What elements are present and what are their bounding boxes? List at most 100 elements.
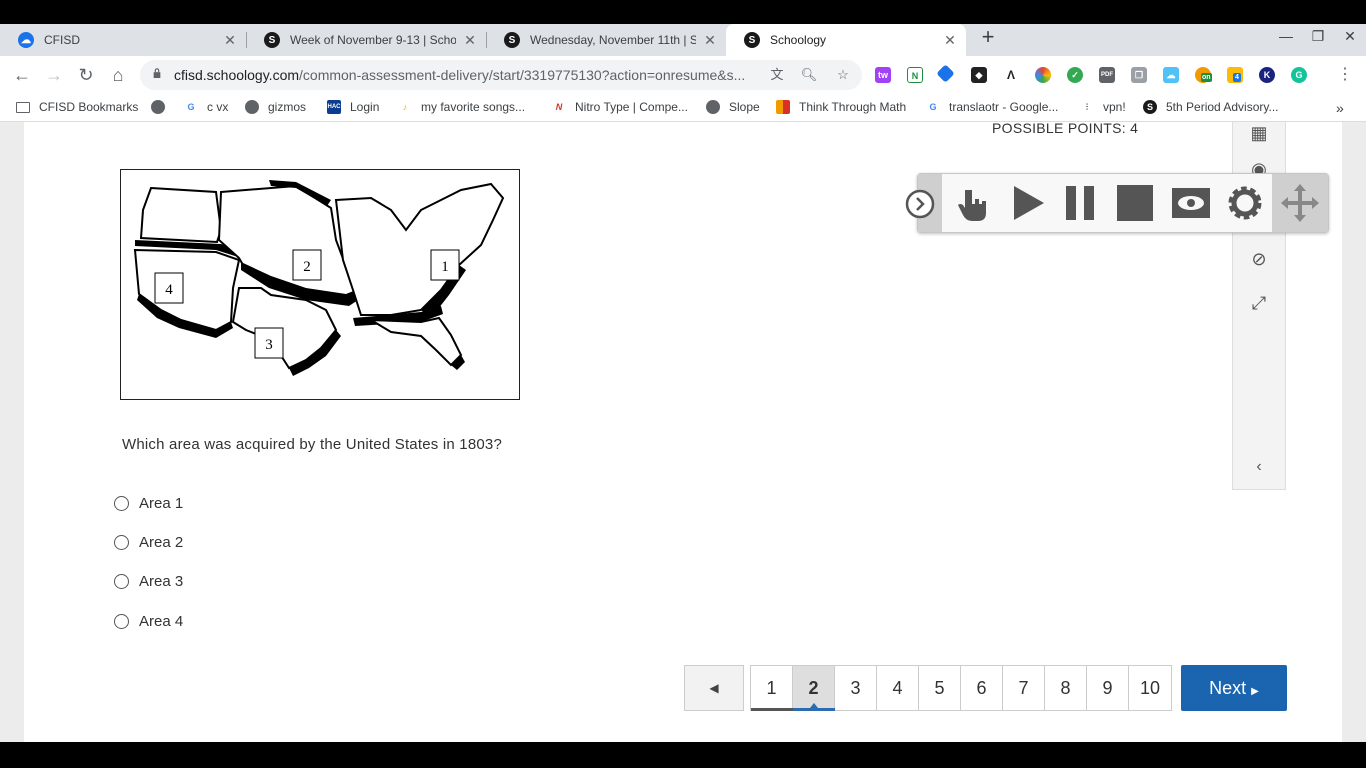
bookmark-vpn[interactable]: ⫶ vpn! (1080, 100, 1126, 114)
settings-gear-icon[interactable] (1224, 182, 1266, 224)
screen-mask-icon[interactable] (1170, 182, 1212, 224)
grammarly-icon[interactable]: G (1291, 67, 1307, 83)
tab-week-of-november[interactable]: S Week of November 9-13 | Schoology ✕ (246, 24, 486, 56)
bookmark-think-through-math[interactable]: Think Through Math (776, 100, 906, 114)
bookmark-globe[interactable] (151, 100, 174, 114)
previous-page-button[interactable]: ◀ (684, 665, 744, 711)
extension-color-wheel-icon[interactable] (1035, 67, 1051, 83)
page-button-8[interactable]: 8 (1045, 666, 1087, 710)
bookmark-label: translaotr - Google... (949, 100, 1059, 114)
bookmark-5th-period[interactable]: S 5th Period Advisory... (1143, 100, 1279, 114)
system-bottom-bar (0, 742, 1366, 768)
globe-icon (706, 100, 720, 114)
close-icon[interactable]: ✕ (942, 32, 958, 49)
tab-title: Wednesday, November 11th | Schoology (530, 33, 696, 47)
choice-area-4[interactable]: Area 4 (114, 613, 183, 630)
tab-schoology[interactable]: S Schoology ✕ (726, 24, 966, 56)
extension-pdf-icon[interactable]: PDF (1099, 67, 1115, 83)
choice-area-3[interactable]: Area 3 (114, 573, 183, 590)
extension-lambda-icon[interactable]: Λ (1003, 67, 1019, 83)
bookmark-nitro-type[interactable]: N Nitro Type | Compe... (552, 100, 688, 114)
extension-k-icon[interactable]: K (1259, 67, 1275, 83)
page-number: 2 (808, 678, 819, 698)
restore-icon[interactable]: ❐ (1302, 28, 1334, 45)
next-button[interactable]: Next ▶ (1181, 665, 1287, 711)
hac-icon: HAC (327, 100, 341, 114)
collapse-panel-icon[interactable]: ‹ (1248, 456, 1270, 478)
back-icon[interactable]: ← (10, 63, 34, 87)
collapse-toolbar-icon[interactable] (904, 188, 936, 220)
bookmark-star-icon[interactable]: ☆ (834, 66, 852, 84)
home-icon[interactable]: ⌂ (106, 63, 130, 87)
close-icon[interactable]: ✕ (222, 32, 238, 49)
click-to-speak-icon[interactable] (950, 182, 992, 224)
extension-badge: 4 (1233, 73, 1241, 82)
bookmark-cfisd-folder[interactable]: CFISD Bookmarks (16, 100, 138, 114)
radio-button[interactable] (114, 614, 129, 629)
bookmark-label: Think Through Math (799, 100, 907, 114)
no-highlight-icon[interactable]: ⊘ (1248, 248, 1270, 270)
tab-cfisd[interactable]: ☁ CFISD ✕ (0, 24, 246, 56)
nitro-icon: N (555, 102, 563, 112)
tab-wednesday-november[interactable]: S Wednesday, November 11th | Schoology ✕ (486, 24, 726, 56)
page-button-10[interactable]: 10 (1129, 666, 1171, 710)
bookmark-favorite-songs[interactable]: ♪ my favorite songs... (398, 100, 525, 114)
extension-ghost-icon[interactable]: ◆ (971, 67, 987, 83)
extension-diamond-icon[interactable] (936, 64, 955, 83)
page-button-5[interactable]: 5 (919, 666, 961, 710)
play-icon[interactable] (1006, 182, 1048, 224)
choice-label: Area 3 (139, 573, 184, 590)
extension-puzzle-icon[interactable]: 4 (1227, 67, 1243, 83)
reload-icon[interactable]: ↻ (74, 63, 98, 87)
page-button-1[interactable]: 1 (751, 666, 793, 711)
choice-area-1[interactable]: Area 1 (114, 495, 183, 512)
system-top-bar (0, 0, 1366, 24)
forward-icon[interactable]: → (42, 63, 66, 87)
map-label-2: 2 (303, 259, 311, 275)
assessment-page: POSSIBLE POINTS: 4 4 2 3 1 Which area wa… (24, 120, 1342, 742)
minimize-icon[interactable]: — (1270, 28, 1302, 44)
us-regions-map: 4 2 3 1 (120, 169, 520, 400)
zoom-icon[interactable]: 🔍︎ (800, 66, 818, 84)
extension-compass-icon[interactable]: ✓ (1067, 67, 1083, 83)
bookmark-login[interactable]: HAC Login (327, 100, 379, 114)
page-button-2[interactable]: 2 (793, 666, 835, 711)
stop-icon[interactable] (1114, 182, 1156, 224)
extension-n-icon[interactable]: N (907, 67, 923, 83)
translate-icon[interactable]: 文 (768, 66, 786, 84)
bookmarks-overflow-icon[interactable]: » (1336, 100, 1344, 116)
page-button-9[interactable]: 9 (1087, 666, 1129, 710)
bookmark-slope[interactable]: Slope (706, 100, 760, 114)
choice-area-2[interactable]: Area 2 (114, 534, 183, 551)
fullscreen-icon[interactable]: ⤢ (1248, 292, 1270, 314)
page-button-4[interactable]: 4 (877, 666, 919, 710)
move-icon[interactable] (1279, 182, 1321, 224)
extension-cloud-icon[interactable]: ☁ (1163, 67, 1179, 83)
choice-label: Area 4 (139, 613, 184, 630)
radio-button[interactable] (114, 535, 129, 550)
extension-on-badge: on (1201, 73, 1212, 82)
window-close-icon[interactable]: ✕ (1334, 28, 1366, 45)
bookmark-gizmos[interactable]: gizmos (245, 100, 306, 114)
extension-copy-icon[interactable]: ❐ (1131, 67, 1147, 83)
page-button-6[interactable]: 6 (961, 666, 1003, 710)
close-icon[interactable]: ✕ (462, 32, 478, 49)
menu-kebab-icon[interactable]: ⋮ (1333, 63, 1357, 87)
radio-button[interactable] (114, 574, 129, 589)
extension-tw-icon[interactable]: tw (875, 67, 891, 83)
page-button-7[interactable]: 7 (1003, 666, 1045, 710)
new-tab-button[interactable]: + (976, 26, 1000, 50)
pause-icon[interactable] (1060, 182, 1102, 224)
page-button-3[interactable]: 3 (835, 666, 877, 710)
tab-strip: ☁ CFISD ✕ S Week of November 9-13 | Scho… (0, 24, 1366, 56)
radio-button[interactable] (114, 496, 129, 511)
address-bar[interactable]: cfisd.schoology.com/common-assessment-de… (140, 60, 862, 90)
globe-icon (245, 100, 259, 114)
bookmark-c-vx[interactable]: Gc vx (184, 100, 228, 114)
possible-points-label: POSSIBLE POINTS: 4 (992, 120, 1139, 136)
table-icon[interactable]: ▦ (1248, 122, 1270, 144)
map-label-3: 3 (265, 337, 273, 353)
close-icon[interactable]: ✕ (702, 32, 718, 49)
extension-on-icon[interactable]: on (1195, 67, 1212, 83)
bookmark-translaotr[interactable]: Gtranslaotr - Google... (926, 100, 1058, 114)
